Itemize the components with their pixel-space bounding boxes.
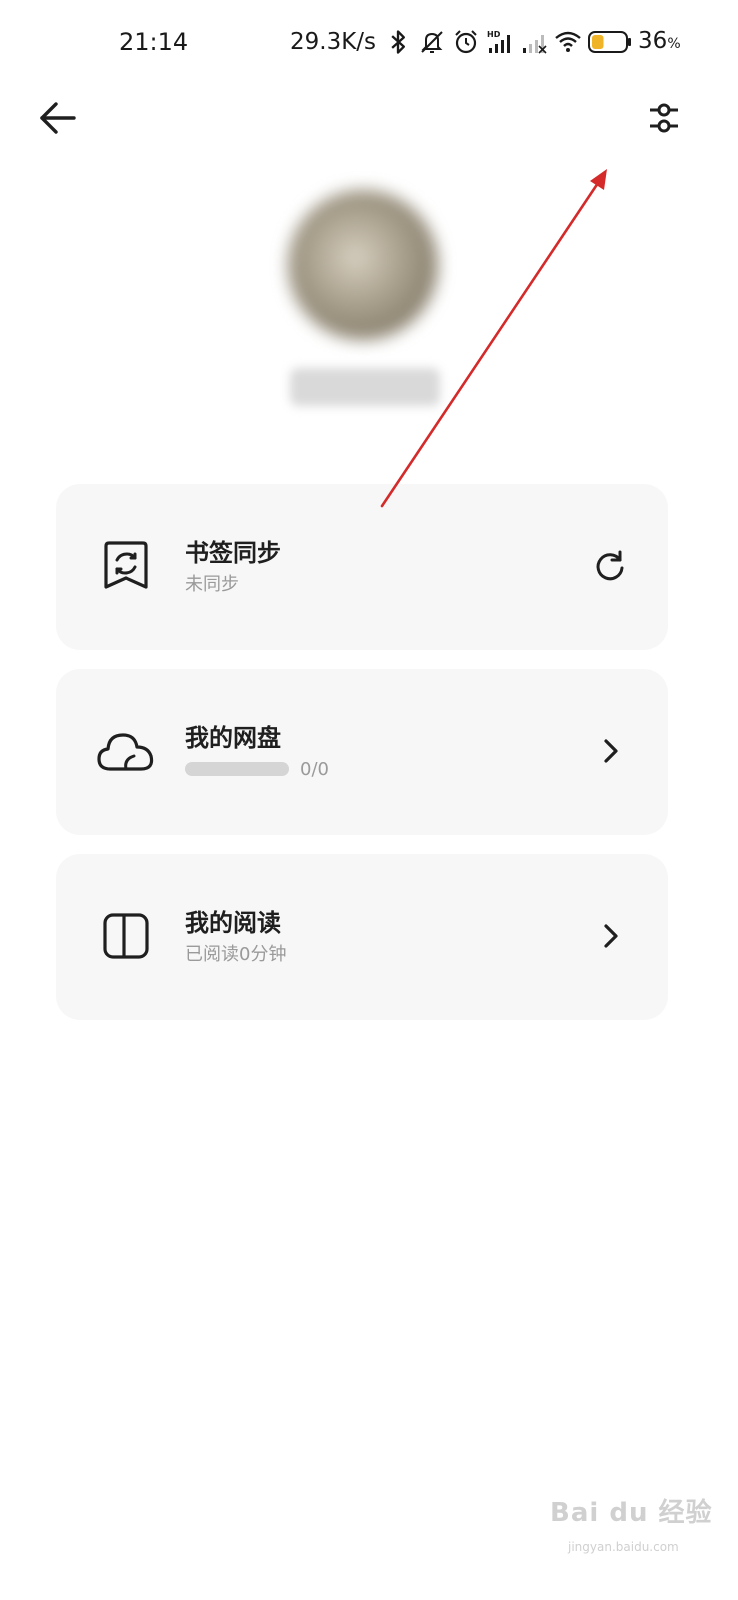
reading-title: 我的阅读 [185,909,281,937]
bookmark-sync-card[interactable]: 书签同步 未同步 [56,484,668,650]
signal-icon [523,35,547,54]
status-time: 21:14 [119,28,189,56]
wifi-icon [555,31,581,52]
cloud-icon [97,733,154,771]
baidu-watermark: Bai du 经验 [550,1498,713,1528]
reading-duration: 已阅读0分钟 [185,944,287,965]
mute-icon [421,31,443,53]
storage-progress-bar [185,762,289,776]
battery-percentage: 36% [638,27,681,54]
cloud-drive-card[interactable]: 我的网盘 0/0 [56,669,668,835]
sliders-icon [650,103,678,133]
signal-hd-icon: HD [487,30,511,53]
status-icons: 29.3K/s HD 36% [290,26,681,58]
back-button[interactable] [36,98,80,138]
arrow-left-icon [40,102,76,134]
reading-card[interactable]: 我的阅读 已阅读0分钟 [56,854,668,1020]
refresh-icon[interactable] [592,548,628,584]
chevron-right-icon [604,739,618,763]
status-bar: 21:14 29.3K/s HD 36% [0,0,738,84]
battery-icon [588,31,632,53]
book-icon [103,913,149,959]
network-speed: 29.3K/s [290,29,377,55]
baidu-watermark-url: jingyan.baidu.com [568,1540,679,1554]
alarm-icon [455,30,477,54]
cloud-drive-title: 我的网盘 [185,724,281,752]
settings-button[interactable] [644,98,684,138]
bluetooth-icon [391,30,406,54]
username [290,368,440,406]
chevron-right-icon [604,924,618,948]
storage-usage: 0/0 [300,759,329,780]
bookmark-sync-title: 书签同步 [185,539,281,567]
avatar[interactable] [288,190,438,340]
bookmark-sync-icon [104,541,148,589]
svg-text:HD: HD [487,30,501,39]
bookmark-sync-status: 未同步 [185,574,239,595]
